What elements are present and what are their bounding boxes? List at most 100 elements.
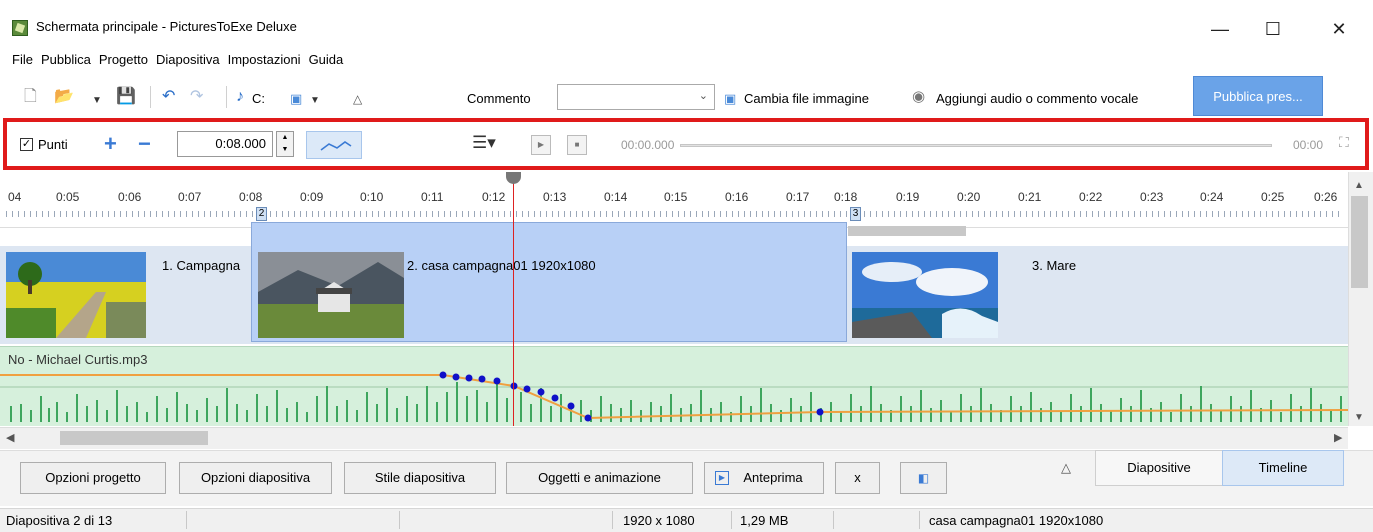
app-icon (12, 20, 28, 36)
ruler-tick-label: 0:24 (1200, 190, 1224, 204)
points-label: Punti (38, 137, 68, 152)
publish-button[interactable]: Pubblica pres... (1193, 76, 1323, 116)
status-file-size: 1,29 MB (740, 513, 789, 528)
add-point-icon[interactable]: + (104, 131, 117, 157)
status-separator (399, 511, 400, 529)
playhead-line[interactable] (513, 178, 514, 426)
audio-waveform (0, 371, 1348, 422)
image-dropdown-icon[interactable]: ▼ (310, 92, 320, 110)
ruler-tick-label: 0:19 (896, 190, 920, 204)
eraser-icon: ◧ (917, 471, 930, 485)
ruler-tick-label: 0:14 (604, 190, 628, 204)
ruler-tick-label: 0:08 (239, 190, 263, 204)
ruler-tick-label: 0:21 (1018, 190, 1042, 204)
play-icon: ▶ (715, 471, 729, 485)
toolbar-separator (150, 86, 151, 108)
minimize-button[interactable]: — (1197, 14, 1243, 44)
triangle-up-icon[interactable]: △ (353, 90, 362, 108)
ruler-tick-label: 0:16 (725, 190, 749, 204)
add-audio-button[interactable]: Aggiungi audio o commento vocale (936, 91, 1138, 106)
change-image-icon[interactable]: ▣ (724, 90, 736, 108)
status-separator (919, 511, 920, 529)
slide-thumbnail-mare[interactable] (852, 252, 998, 338)
close-button[interactable]: ✕ (1316, 14, 1362, 44)
scroll-right-icon[interactable]: ▶ (1334, 431, 1342, 444)
menu-file[interactable]: File (12, 52, 33, 72)
menu-diapositiva[interactable]: Diapositiva (156, 52, 220, 72)
slide-thumbnail-casa[interactable] (258, 252, 404, 338)
menu-impostazioni[interactable]: Impostazioni (228, 52, 301, 72)
image-icon[interactable]: ▣ (290, 90, 302, 108)
title-bar: Schermata principale - PicturesToExe Del… (0, 0, 1373, 50)
toolbar-separator (226, 86, 227, 108)
tab-timeline[interactable]: Timeline (1222, 450, 1344, 486)
status-separator (833, 511, 834, 529)
ruler-tick-label: 0:07 (178, 190, 202, 204)
remove-point-icon[interactable]: − (138, 131, 151, 157)
ruler-tick-label: 0:26 (1314, 190, 1338, 204)
new-file-icon[interactable]: 🗋 (24, 88, 37, 106)
open-folder-icon[interactable]: 📂 (54, 88, 74, 106)
ruler-tick-label: 0:25 (1261, 190, 1285, 204)
slide-label-3: 3. Mare (1032, 258, 1077, 273)
slide-style-button[interactable]: Stile diapositiva (344, 462, 496, 494)
tab-slides[interactable]: Diapositive (1095, 450, 1223, 486)
status-separator (612, 511, 613, 529)
playback-slider[interactable] (680, 144, 1272, 147)
commento-combo[interactable]: ⌄ (557, 84, 715, 110)
undo-icon[interactable]: ↶ (162, 88, 175, 106)
drive-label[interactable]: C: (252, 91, 265, 106)
menu-bar: File Pubblica Progetto Diapositiva Impos… (12, 52, 351, 72)
eraser-button[interactable]: ◧ (900, 462, 947, 494)
ruler-tick-label: 0:09 (300, 190, 324, 204)
scroll-left-icon[interactable]: ◀ (6, 431, 14, 444)
play-button[interactable]: ▶ (531, 135, 551, 155)
points-checkbox[interactable]: ✓ (20, 138, 33, 151)
change-image-button[interactable]: Cambia file immagine (744, 91, 869, 106)
curve-button[interactable] (306, 131, 362, 159)
scroll-down-icon[interactable]: ▼ (1354, 412, 1364, 423)
preview-button[interactable]: ▶ Anteprima (704, 462, 824, 494)
ruler-tick-label: 04 (8, 190, 22, 204)
slide-options-button[interactable]: Opzioni diapositiva (179, 462, 332, 494)
music-note-icon[interactable]: ♪ (236, 88, 244, 106)
menu-progetto[interactable]: Progetto (99, 52, 148, 72)
chevron-down-icon: ⌄ (698, 90, 708, 102)
stop-button[interactable]: ■ (567, 135, 587, 155)
volume-envelope (0, 374, 1348, 420)
status-slide-position: Diapositiva 2 di 13 (6, 513, 113, 528)
slide-thumbnail-campagna[interactable] (6, 252, 146, 338)
x-button[interactable]: x (835, 462, 880, 494)
ruler-tick-label: 0:15 (664, 190, 688, 204)
ruler-tick-label: 0:06 (118, 190, 142, 204)
microphone-icon[interactable]: ◉ (912, 88, 925, 106)
commento-label: Commento (467, 91, 531, 106)
vertical-scroll-thumb[interactable] (1351, 196, 1368, 288)
slide-marker-3[interactable]: 3 (850, 207, 861, 221)
status-separator (731, 511, 732, 529)
transition-bar (848, 226, 966, 236)
ruler-tick-label: 0:23 (1140, 190, 1164, 204)
save-icon[interactable]: 💾 (116, 88, 136, 106)
ruler-tick-label: 0:05 (56, 190, 80, 204)
maximize-button[interactable]: ☐ (1250, 14, 1296, 44)
status-file-name: casa campagna01 1920x1080 (929, 513, 1104, 528)
slide-marker-2[interactable]: 2 (256, 207, 267, 221)
curve-icon (320, 141, 352, 151)
duration-stepper[interactable]: ▲ ▼ (276, 131, 294, 157)
duration-input[interactable]: 0:08.000 (177, 131, 273, 157)
ruler-tick-label: 0:17 (786, 190, 810, 204)
fullscreen-icon[interactable]: ⛶ (1339, 134, 1349, 151)
scroll-up-icon[interactable]: ▲ (1354, 180, 1364, 191)
open-dropdown-icon[interactable]: ▼ (92, 92, 102, 110)
menu-guida[interactable]: Guida (309, 52, 344, 72)
horizontal-scroll-thumb[interactable] (60, 431, 208, 445)
preview-label: Anteprima (743, 470, 803, 485)
collapse-triangle-icon[interactable]: △ (1061, 460, 1071, 476)
objects-animation-button[interactable]: Oggetti e animazione (506, 462, 693, 494)
slide-label-2: 2. casa campagna01 1920x1080 (407, 258, 596, 273)
menu-pubblica[interactable]: Pubblica (41, 52, 91, 72)
project-options-button[interactable]: Opzioni progetto (20, 462, 166, 494)
redo-icon[interactable]: ↷ (190, 88, 203, 106)
list-menu-icon[interactable]: ☰▾ (472, 133, 496, 153)
